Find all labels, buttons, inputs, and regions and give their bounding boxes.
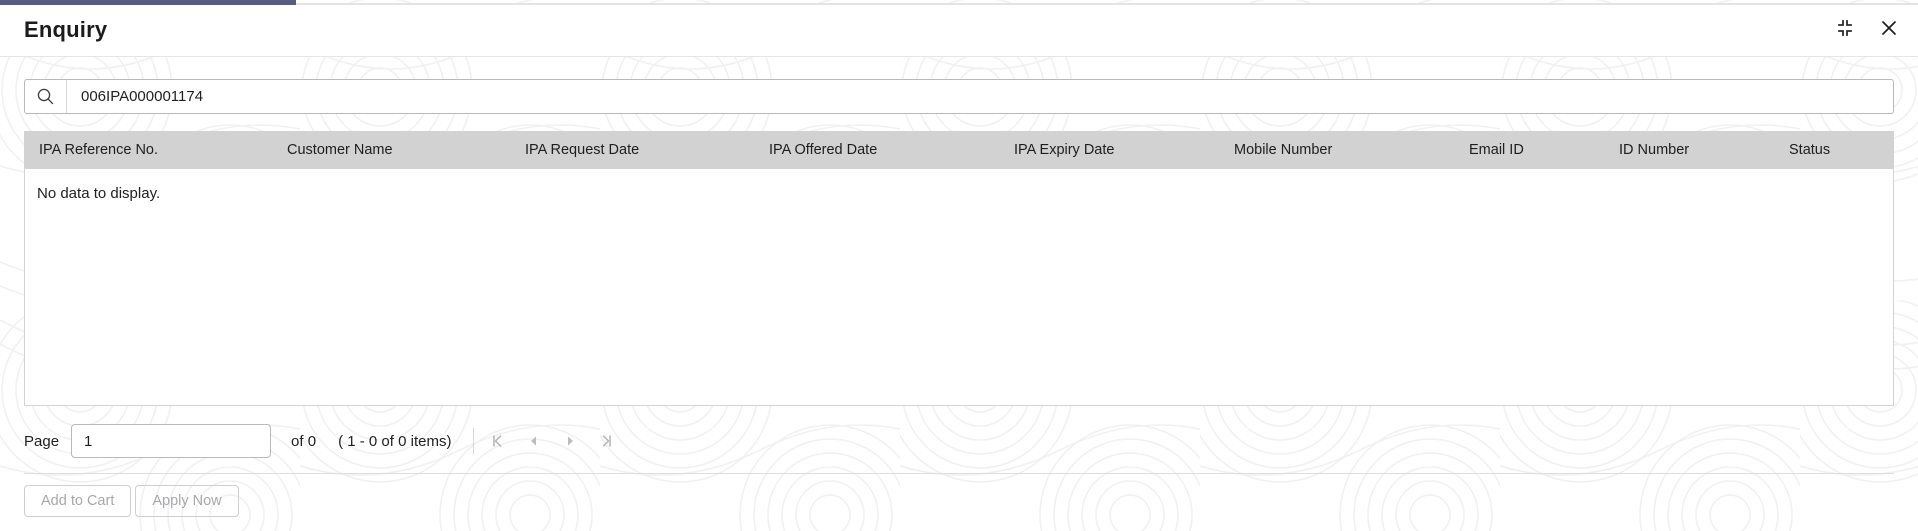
- total-pages-label: of 0: [291, 432, 317, 450]
- page-number-input[interactable]: [71, 424, 272, 458]
- apply-now-button[interactable]: Apply Now: [135, 485, 239, 517]
- table-header-cell[interactable]: Email ID: [1455, 142, 1605, 158]
- pagination: Page of 0 ( 1 - 0 of 0 items): [24, 417, 624, 465]
- table-header-cell[interactable]: Status: [1775, 142, 1893, 158]
- page-label: Page: [24, 432, 60, 450]
- collapse-icon[interactable]: [1834, 17, 1856, 39]
- enquiry-window: Enquiry 006IPA000001174 IPA Reference No…: [0, 0, 1918, 531]
- empty-state-message: No data to display.: [37, 185, 161, 202]
- enquiry-results-table: IPA Reference No. Customer Name IPA Reques…: [24, 131, 1894, 406]
- table-header-row: IPA Reference No. Customer Name IPA Reques…: [25, 131, 1893, 169]
- table-header-cell[interactable]: IPA Offered Date: [755, 142, 1000, 158]
- search-bar: [24, 79, 1894, 114]
- window-controls: [1834, 17, 1900, 39]
- pagination-nav-group: [480, 426, 624, 456]
- table-header-cell[interactable]: IPA Reference No.: [25, 142, 273, 158]
- table-header-cell[interactable]: Customer Name: [273, 142, 511, 158]
- table-header-cell[interactable]: IPA Expiry Date: [1000, 142, 1220, 158]
- table-header-cell[interactable]: IPA Request Date: [511, 142, 755, 158]
- active-tab-indicator: [0, 0, 296, 5]
- pagination-divider: [473, 428, 475, 454]
- footer-divider: [24, 473, 1894, 474]
- enquiry-content: IPA Reference No.Customer NameIPA Reques…: [0, 57, 1918, 531]
- first-page-icon[interactable]: [480, 426, 516, 456]
- table-body: No data to display.: [25, 169, 1893, 405]
- last-page-icon[interactable]: [588, 426, 624, 456]
- title-bar: Enquiry: [0, 5, 1918, 57]
- add-to-cart-button[interactable]: Add to Cart: [24, 485, 132, 517]
- items-range-label: ( 1 - 0 of 0 items): [338, 432, 452, 450]
- previous-page-icon[interactable]: [516, 426, 552, 456]
- table-header-cell[interactable]: Mobile Number: [1220, 142, 1455, 158]
- search-input[interactable]: [67, 80, 1893, 113]
- table-header-cell[interactable]: ID Number: [1605, 142, 1775, 158]
- close-icon[interactable]: [1878, 17, 1900, 39]
- search-icon[interactable]: [25, 80, 67, 113]
- page-title: Enquiry: [24, 17, 108, 42]
- next-page-icon[interactable]: [552, 426, 588, 456]
- footer-actions: Add to Cart Apply Now: [24, 485, 239, 517]
